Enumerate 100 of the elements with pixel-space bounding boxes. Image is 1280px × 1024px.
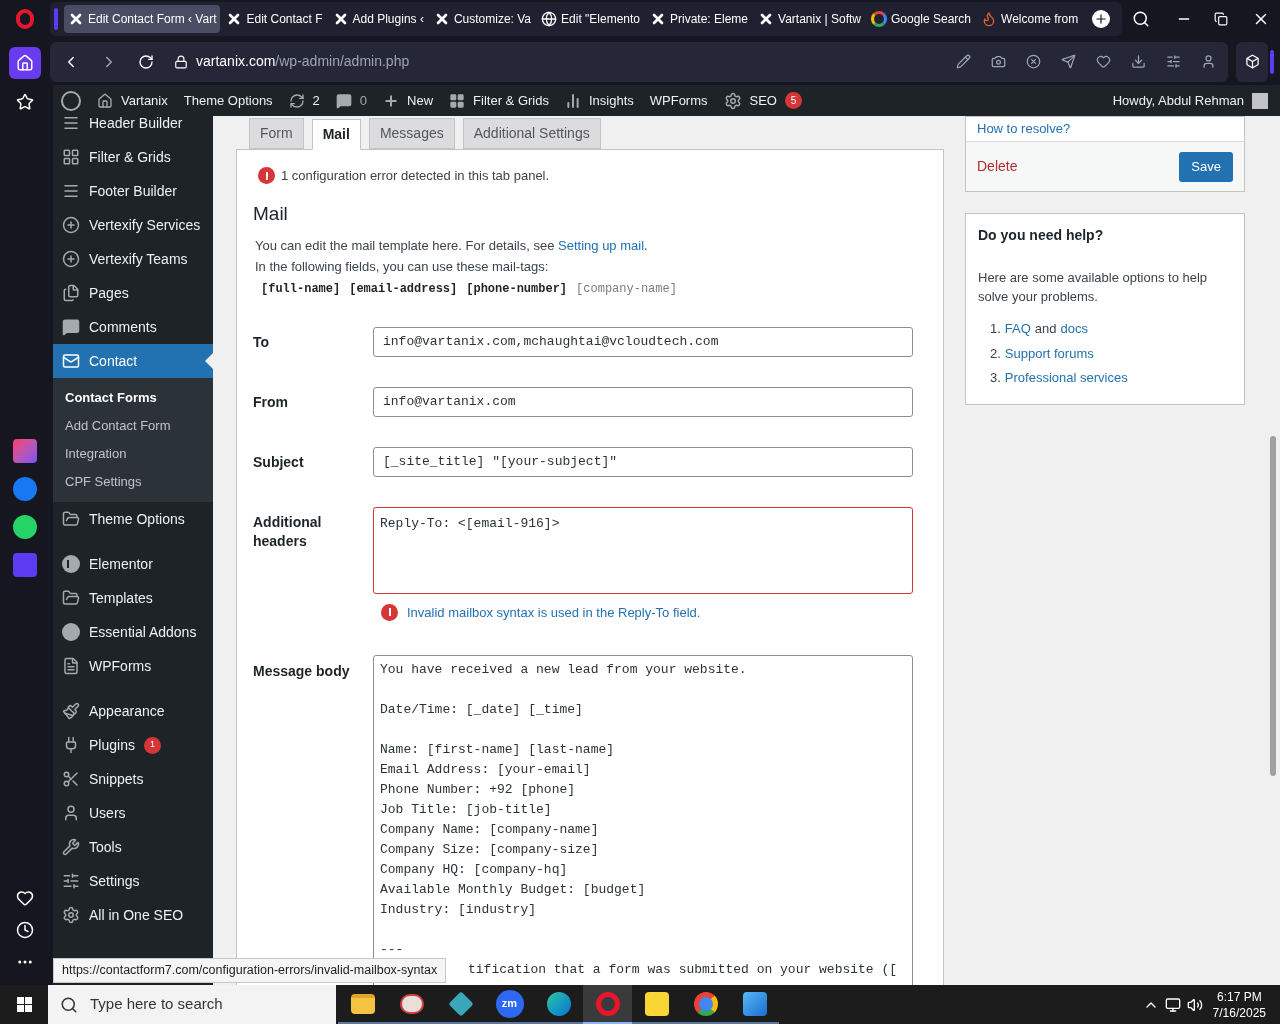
- message-body-text: You have received a new lead from your website. Date/Time: [_date] [_time] Name: [first-name] [last-name] Email Address: [your-email] Phone Number: +92 [phone] Job Title: [job-title] Company Name: [company-name] Company Size: [company-size] Company HQ: [company-hq] Available Monthly Budget: [budget] Industry: [industry] ---: [380, 661, 748, 959]
- form-tab[interactable]: Mail: [311, 119, 361, 150]
- filter-grids-link[interactable]: Filter & Grids: [473, 90, 549, 111]
- sidebar-label: Footer Builder: [89, 181, 177, 201]
- help-link[interactable]: Professional services: [1004, 368, 1128, 388]
- help-link[interactable]: Support forums: [1004, 343, 1094, 363]
- sidebar-label: Header Builder: [89, 116, 183, 133]
- sidebar-item[interactable]: Contact: [53, 344, 213, 378]
- tab-title: Edit Contact F: [246, 11, 323, 28]
- mail-tag: [phone-number]: [466, 279, 568, 298]
- tab-title: Private: Eleme: [670, 11, 749, 28]
- tab-title: Google Search: [890, 11, 972, 28]
- submenu-item[interactable]: CPF Settings: [53, 468, 213, 496]
- error-notice: 1 configuration error detected in this tab panel.: [281, 167, 550, 185]
- tab-title: Edit Contact Form ‹ Vart: [88, 11, 217, 28]
- sidebar-item[interactable]: Templates: [53, 581, 213, 615]
- sidebar-item[interactable]: Theme Options: [53, 502, 213, 536]
- sidebar-item[interactable]: Filter & Grids: [53, 140, 213, 174]
- browser-tab[interactable]: Add Plugins ‹: [328, 5, 428, 33]
- sidebar-item[interactable]: Header Builder: [53, 116, 213, 140]
- help-text: Here are some available options to help solve your problems.: [978, 269, 1209, 306]
- sidebar-item[interactable]: Users: [53, 796, 213, 830]
- field-label: To: [253, 332, 271, 352]
- insights-link[interactable]: Insights: [588, 90, 634, 111]
- browser-tab[interactable]: Vartanix | Softw: [754, 5, 865, 33]
- taskbar-app-button[interactable]: zm: [485, 985, 534, 1024]
- browser-tab[interactable]: Edit Contact Form ‹ Vart: [64, 5, 221, 33]
- input-field[interactable]: info@vartanix.com,mchaughtai@vcloudtech.com: [373, 326, 913, 357]
- sidebar-item[interactable]: Vertexify Teams: [53, 242, 213, 276]
- joiner-text: and: [1034, 320, 1057, 338]
- sidebar-label: All in One SEO: [89, 905, 184, 925]
- browser-tab[interactable]: Welcome from: [977, 5, 1083, 33]
- mail-tag: [email-address]: [349, 279, 458, 298]
- url-text[interactable]: vartanix.com/wp-admin/admin.php: [196, 51, 410, 72]
- sidebar-label: Vertexify Services: [89, 215, 201, 235]
- tab-title: Customize: Va: [453, 11, 532, 28]
- browser-tab[interactable]: Customize: Va: [429, 5, 536, 33]
- sidebar-label: WPForms: [89, 656, 152, 676]
- zoom-icon[interactable]: zm: [495, 989, 524, 1018]
- sidebar-label: Contact: [89, 351, 138, 371]
- field-label: Subject: [253, 452, 305, 472]
- form-tab[interactable]: Additional Settings: [462, 118, 601, 149]
- sidebar-label: Appearance: [89, 701, 165, 721]
- sidebar-item[interactable]: Plugins 1: [53, 728, 213, 762]
- help-link[interactable]: FAQ: [1004, 319, 1031, 339]
- sidebar-item[interactable]: Appearance: [53, 694, 213, 728]
- input-field[interactable]: [_site_title] "[your-subject]": [373, 446, 913, 477]
- submenu-item[interactable]: Add Contact Form: [53, 412, 213, 440]
- sidebar-item[interactable]: All in One SEO: [53, 898, 213, 932]
- sidebar-item[interactable]: Elementor: [53, 547, 213, 581]
- mail-tag: [company-name]: [576, 279, 677, 298]
- help-link[interactable]: docs: [1060, 319, 1089, 339]
- howdy-text[interactable]: Howdy, Abdul Rehman: [1112, 90, 1244, 111]
- sidebar-item[interactable]: Comments: [53, 310, 213, 344]
- browser-tab[interactable]: Edit Contact F: [222, 5, 327, 33]
- sidebar-label: Elementor: [89, 554, 153, 574]
- delete-link[interactable]: Delete: [977, 156, 1018, 177]
- tab-title: Add Plugins ‹: [352, 11, 424, 28]
- submenu-item[interactable]: Contact Forms: [53, 384, 213, 412]
- tags-intro-text: In the following fields, you can use these mail-tags:: [255, 258, 550, 276]
- field-label: From: [253, 392, 289, 412]
- browser-tab[interactable]: Private: Eleme: [646, 5, 753, 33]
- sidebar-item[interactable]: Footer Builder: [53, 174, 213, 208]
- site-link[interactable]: Vartanix: [121, 90, 168, 111]
- sidebar-label: Tools: [89, 837, 122, 857]
- field-label: Message body: [253, 662, 351, 681]
- comments-count[interactable]: 0: [359, 90, 368, 111]
- sidebar-item[interactable]: Pages: [53, 276, 213, 310]
- intro-text: You can edit the mail template here. For details, see Setting up mail.: [255, 236, 649, 255]
- error-link[interactable]: Invalid mailbox syntax is used in the Reply-To field.: [407, 602, 701, 622]
- sidebar-item[interactable]: Settings: [53, 864, 213, 898]
- list-number: 3.: [990, 369, 1001, 387]
- how-to-resolve-link[interactable]: How to resolve?: [977, 119, 1071, 139]
- sidebar-item[interactable]: Vertexify Services: [53, 208, 213, 242]
- browser-tab[interactable]: Google Search: [866, 5, 976, 33]
- form-tab[interactable]: Form: [249, 118, 304, 149]
- browser-tab[interactable]: Edit "Elemento: [537, 5, 644, 33]
- theme-options-link[interactable]: Theme Options: [183, 90, 273, 111]
- updates-count[interactable]: 2: [312, 90, 320, 111]
- wpforms-link[interactable]: WPForms: [649, 90, 708, 111]
- tab-title: Edit "Elemento: [561, 11, 640, 28]
- save-button[interactable]: Save: [1179, 151, 1233, 182]
- seo-link[interactable]: SEO: [749, 90, 777, 111]
- sidebar-item[interactable]: Essential Addons: [53, 615, 213, 649]
- sidebar-item[interactable]: Tools: [53, 830, 213, 864]
- clock-date[interactable]: 7/16/2025: [1212, 1004, 1266, 1021]
- new-link[interactable]: New: [407, 90, 434, 111]
- input-field[interactable]: info@vartanix.com: [373, 386, 913, 417]
- tab-title: Welcome from: [1001, 11, 1079, 28]
- taskbar-search-field[interactable]: Type here to search: [48, 985, 336, 1024]
- sidebar-label: Theme Options: [89, 509, 185, 529]
- headers-textarea[interactable]: Reply-To: <[email-916]>: [373, 506, 913, 594]
- sidebar-item[interactable]: WPForms: [53, 649, 213, 683]
- count-badge: 1: [143, 736, 161, 754]
- submenu-item[interactable]: Integration: [53, 440, 213, 468]
- sidebar-item[interactable]: Snippets: [53, 762, 213, 796]
- sidebar-label: Plugins: [89, 735, 135, 755]
- clock-time[interactable]: 6:17 PM: [1216, 988, 1262, 1005]
- form-tab[interactable]: Messages: [368, 118, 455, 149]
- status-url-tooltip: https://contactform7.com/configuration-errors/invalid-mailbox-syntax: [53, 958, 447, 983]
